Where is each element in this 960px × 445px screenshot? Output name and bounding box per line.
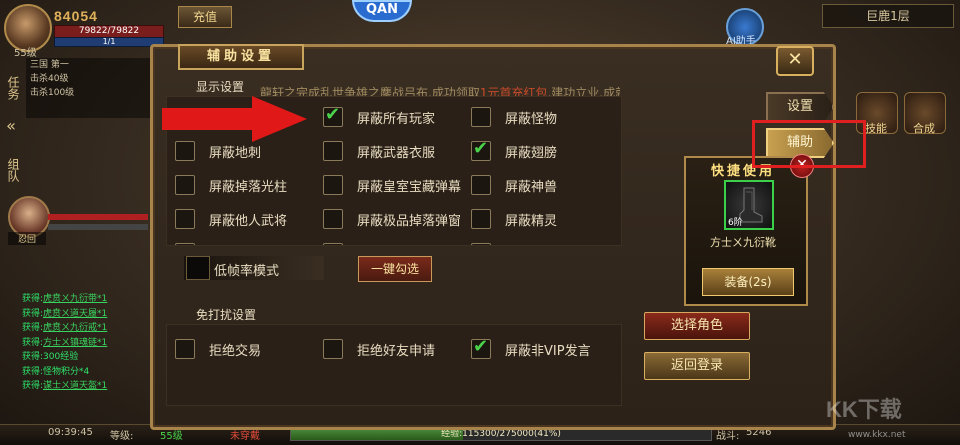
check-mark-icon: ✔ xyxy=(325,104,341,125)
loot-prefix: 获得:怪物积分*4 xyxy=(22,366,90,377)
checkbox-label: 屏蔽精灵 xyxy=(505,214,558,229)
check-mark-icon: ✔ xyxy=(473,336,489,357)
item-level-badge: 6阶 xyxy=(728,218,743,228)
task-line: 击杀100级 xyxy=(30,88,75,98)
checkbox-label: 屏蔽武器衣服 xyxy=(357,146,436,161)
loot-prefix: 获得: xyxy=(22,294,44,304)
equip-button[interactable]: 装备(2s) xyxy=(702,268,794,296)
checkbox-0[interactable]: ✔ xyxy=(323,104,343,127)
loot-log: 获得:虎贲ㄨ九衍带*1 获得:虎贲ㄨ道天履*1 获得:虎贲ㄨ九衍戒*1 获得:方… xyxy=(22,292,152,394)
mp-text: 1/1 xyxy=(102,37,116,46)
pet-label: 忍回 xyxy=(8,232,46,245)
checkbox-label: 屏蔽掉落光柱 xyxy=(209,180,288,195)
loot-item-link[interactable]: 虎贲ㄨ九衍戒*1 xyxy=(43,323,107,333)
checkbox-6[interactable] xyxy=(323,175,343,195)
loot-line: 获得:虎贲ㄨ九衍戒*1 xyxy=(22,321,152,336)
tab-settings[interactable]: 设置 xyxy=(766,92,834,122)
loot-line: 获得:虎贲ㄨ道天履*1 xyxy=(22,307,152,322)
checkbox-7[interactable] xyxy=(471,175,491,195)
pet-hp-bar xyxy=(48,214,148,220)
checkbox-3[interactable] xyxy=(323,141,343,161)
loot-item-link[interactable]: 虎贲ㄨ九衍带*1 xyxy=(43,294,107,304)
checkbox-12[interactable] xyxy=(323,243,343,245)
map-location: 巨鹿1层 xyxy=(822,4,954,28)
task-line: 击杀40级 xyxy=(30,74,69,84)
display-settings-header: 显示设置 xyxy=(196,80,245,94)
task-line: 三国 第一 xyxy=(30,60,69,70)
checkbox-2[interactable] xyxy=(175,141,195,161)
no-disturb-label: 拒绝好友申请 xyxy=(357,344,436,359)
loot-line: 获得:300经验 xyxy=(22,350,152,365)
return-login-button[interactable]: 返回登录 xyxy=(644,352,750,380)
one-key-check-button[interactable]: 一键勾选 xyxy=(358,256,432,282)
no-disturb-checkbox-1[interactable] xyxy=(323,339,343,359)
select-role-button[interactable]: 选择角色 xyxy=(644,312,750,340)
level-label: 等级: xyxy=(110,431,134,442)
loot-prefix: 获得: xyxy=(22,308,44,319)
loot-line: 获得:怪物积分*4 xyxy=(22,365,152,380)
watermark-logo: KK下载 xyxy=(826,397,902,422)
checkbox-label: 屏蔽翅膀 xyxy=(505,146,558,161)
checkbox-label: 屏蔽极品掉落弹窗 xyxy=(357,214,462,229)
low-frame-checkbox[interactable] xyxy=(186,256,210,280)
loot-prefix: 获得: xyxy=(22,337,44,348)
clock: 09:39:45 xyxy=(48,427,93,438)
no-disturb-panel: 拒绝交易 拒绝好友申请 ✔ 屏蔽非VIP发言 xyxy=(166,324,622,406)
recharge-button[interactable]: 充值 xyxy=(178,6,232,28)
no-disturb-header: 免打扰设置 xyxy=(196,308,257,322)
checkbox-11[interactable] xyxy=(175,243,195,245)
side-tab-team[interactable]: 组队 xyxy=(0,142,22,198)
loot-prefix: 获得: xyxy=(22,381,44,391)
checkbox-5[interactable] xyxy=(175,175,195,195)
app-logo: QAN xyxy=(352,0,412,22)
dialog-title: 辅助设置 xyxy=(178,44,304,70)
no-disturb-label: 屏蔽非VIP发言 xyxy=(505,344,591,359)
loot-line: 获得:虎贲ㄨ九衍带*1 xyxy=(22,292,152,307)
compose-button-label: 合成 xyxy=(913,122,935,135)
checkbox-label: 屏蔽皇室宝藏弹幕 xyxy=(357,180,462,195)
checkbox-10[interactable] xyxy=(471,209,491,229)
exp-text: 经验:115300/275000(41%) xyxy=(441,429,561,439)
checkbox-label: 屏蔽所有玩家 xyxy=(357,112,436,127)
checkbox-label: 屏蔽他人技能特效 xyxy=(357,244,461,245)
loot-item-link[interactable]: 方士ㄨ镇魂链*1 xyxy=(43,338,107,348)
hp-text: 79822/79822 xyxy=(78,26,140,36)
red-arrow-annotation xyxy=(162,96,307,142)
no-disturb-label: 拒绝交易 xyxy=(209,344,262,359)
red-highlight-box xyxy=(752,120,866,168)
checkbox-label: 屏蔽光环 xyxy=(209,244,261,245)
player-level: 55级 xyxy=(14,48,37,59)
checkbox-13[interactable] xyxy=(471,243,491,245)
check-mark-icon: ✔ xyxy=(473,138,489,159)
checkbox-1[interactable] xyxy=(471,107,491,127)
checkbox-label: 屏蔽地刺 xyxy=(209,146,262,161)
side-tab-task[interactable]: 任务 xyxy=(0,60,22,116)
mp-bar: 1/1 xyxy=(54,37,164,47)
quick-item-name: 方士ㄨ九衍靴 xyxy=(710,236,776,249)
loot-line: 获得:方士ㄨ镇魂链*1 xyxy=(22,336,152,351)
loot-item-link[interactable]: 谋士ㄨ道天盔*1 xyxy=(43,381,107,391)
checkbox-9[interactable] xyxy=(323,209,343,229)
loot-prefix: 获得:300经验 xyxy=(22,352,79,362)
no-disturb-checkbox-2[interactable]: ✔ xyxy=(471,336,491,359)
boots-item-icon[interactable]: 6阶 xyxy=(724,180,774,230)
checkbox-label: 屏蔽他人武将 xyxy=(209,214,288,229)
checkbox-label: 屏蔽神兽 xyxy=(505,180,558,195)
checkbox-label: 屏蔽鲜花特效 xyxy=(505,244,583,245)
pet-mp-bar xyxy=(48,224,148,230)
collapse-arrow-icon[interactable]: « xyxy=(0,116,22,142)
loot-prefix: 获得: xyxy=(22,323,44,333)
low-frame-label: 低帧率模式 xyxy=(214,264,280,279)
checkbox-label: 屏蔽怪物 xyxy=(505,112,558,127)
loot-item-link[interactable]: 虎贲ㄨ道天履*1 xyxy=(43,309,107,319)
watermark-url: www.kkx.net xyxy=(848,430,906,440)
loot-line: 获得:谋士ㄨ道天盔*1 xyxy=(22,379,152,394)
no-disturb-checkbox-0[interactable] xyxy=(175,339,195,359)
combat-power: 84054 xyxy=(54,8,98,24)
checkbox-8[interactable] xyxy=(175,209,195,229)
task-panel[interactable]: 三国 第一 击杀40级 击杀100级 xyxy=(26,58,156,118)
side-tabs: 任务 « 组队 xyxy=(0,60,22,198)
close-icon[interactable]: ✕ xyxy=(776,46,814,76)
checkbox-4[interactable]: ✔ xyxy=(471,138,491,161)
